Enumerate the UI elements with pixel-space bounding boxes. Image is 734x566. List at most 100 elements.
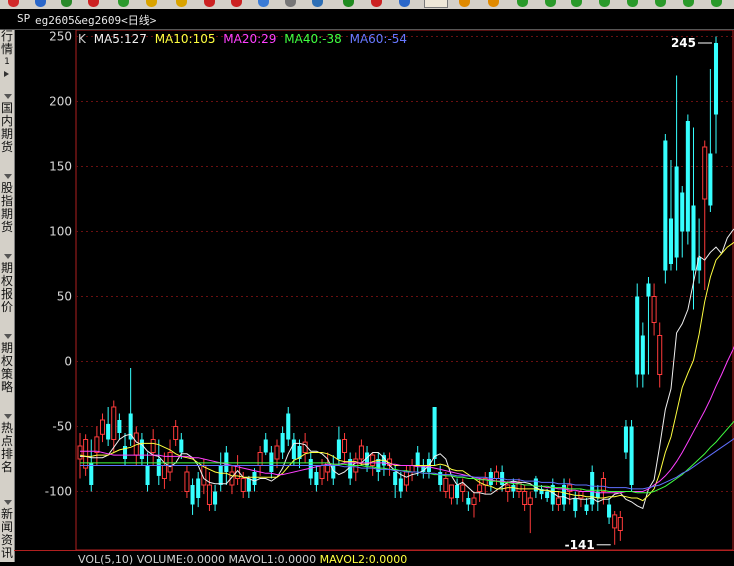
k-label: K <box>78 32 86 46</box>
ma40-label: MA40:-38 <box>284 32 342 46</box>
y-tick-label: 100 <box>49 225 72 239</box>
candle-body-down <box>708 153 713 206</box>
candle-body-down <box>713 43 719 115</box>
candle-body-down <box>156 459 161 476</box>
toolbar-icon[interactable] <box>118 0 129 7</box>
toolbar-icon[interactable] <box>545 0 556 7</box>
candle-body-up <box>184 471 190 492</box>
candle-body-down <box>691 205 696 271</box>
candle-body-up <box>578 491 584 499</box>
candle-body-up <box>448 484 454 499</box>
candle-body-up <box>409 465 415 473</box>
candle-body-up <box>342 439 348 453</box>
candle-body-up <box>77 445 83 460</box>
candle-body-up <box>319 465 325 479</box>
symbol-label: SP <box>17 12 31 25</box>
candle-body-down <box>246 478 251 492</box>
toolbar-icon[interactable] <box>8 0 19 7</box>
candle-body-down <box>415 452 420 466</box>
chart-title-bar: SP eg2605&eg2609<日线> <box>0 9 734 30</box>
toolbar-icon[interactable] <box>571 0 582 7</box>
candle-body-up <box>167 452 173 473</box>
candle-body-down <box>545 491 550 498</box>
candle-body-down <box>607 504 612 518</box>
candle-body-up <box>302 441 308 454</box>
toolbar-icon[interactable] <box>683 0 694 7</box>
candle-body-up <box>257 452 263 466</box>
candle-body-down <box>263 439 268 453</box>
candle-body-up <box>111 406 117 440</box>
candle-body-down <box>640 335 645 375</box>
toolbar-icon[interactable] <box>655 0 666 7</box>
candle-body-up <box>471 497 477 505</box>
candle-body-down <box>196 478 201 498</box>
toolbar-icon[interactable] <box>35 0 46 7</box>
toolbar-selected-button[interactable] <box>424 0 448 8</box>
candle-body-down <box>145 465 150 485</box>
candle-body-down <box>286 413 291 440</box>
toolbar-icon[interactable] <box>231 0 242 7</box>
candle-body-down <box>179 439 184 453</box>
contract-label: eg2605&eg2609<日线> <box>35 14 157 27</box>
candle-body-down <box>89 462 94 485</box>
toolbar-icon[interactable] <box>488 0 499 7</box>
toolbar-icon[interactable] <box>371 0 382 7</box>
candle-body-down <box>117 420 122 433</box>
candle-body-up <box>150 439 156 453</box>
toolbar-icon[interactable] <box>312 0 323 7</box>
candle-body-down <box>398 478 403 492</box>
min-annotation: -141 <box>565 538 595 552</box>
candle-body-down <box>663 140 668 271</box>
mavol1-value: MAVOL1:0.0000 <box>228 553 317 566</box>
candle-body-down <box>629 426 634 485</box>
candle-body-down <box>252 472 257 485</box>
candle-body-up <box>651 296 657 323</box>
toolbar-icon[interactable] <box>627 0 638 7</box>
candle-body-up <box>617 517 623 531</box>
toolbar-icon[interactable] <box>285 0 296 7</box>
candle-body-down <box>224 452 229 472</box>
toolbar-icon[interactable] <box>88 0 99 7</box>
ma20-label: MA20:29 <box>223 32 277 46</box>
toolbar-icon[interactable] <box>711 0 722 7</box>
candle-body-up <box>600 478 606 492</box>
candle-body-down <box>190 485 195 505</box>
candle-body-up <box>358 445 364 460</box>
candlestick-chart[interactable]: -100 -50 0 50 100 150 200 250 245 -141 <box>0 30 734 562</box>
toolbar-icon[interactable] <box>204 0 215 7</box>
candle-body-down <box>269 452 274 472</box>
toolbar-icon[interactable] <box>399 0 410 7</box>
candle-body-up <box>477 484 483 492</box>
candle-body-up <box>161 465 167 479</box>
toolbar-icon[interactable] <box>459 0 470 7</box>
candle-body-up <box>99 419 106 435</box>
candle-body-down <box>106 423 111 440</box>
candle-body-up <box>555 497 561 505</box>
candle-body-up <box>83 439 89 469</box>
candle-body-up <box>240 478 246 492</box>
candle-body-up <box>702 146 708 200</box>
toolbar-icon[interactable] <box>517 0 528 7</box>
toolbar-icon[interactable] <box>258 0 269 7</box>
toolbar-icon[interactable] <box>599 0 610 7</box>
candle-body-down <box>280 433 285 453</box>
candle-body-down <box>680 192 685 232</box>
toolbar-icon[interactable] <box>176 0 187 7</box>
candle-body-down <box>668 218 673 264</box>
candle-body-down <box>291 439 296 459</box>
ma10-label: MA10:105 <box>154 32 216 46</box>
top-toolbar <box>0 0 734 9</box>
candle-body-up <box>173 426 179 440</box>
candle-body-down <box>455 485 460 498</box>
toolbar-icon[interactable] <box>146 0 157 7</box>
candle-body-down <box>623 426 628 453</box>
toolbar-icon[interactable] <box>61 0 72 7</box>
candle-body-up <box>370 454 376 467</box>
candle-body-up <box>612 514 618 529</box>
max-annotation: 245 <box>671 36 696 50</box>
candle-body-down <box>646 283 651 297</box>
ma5-label: MA5:127 <box>93 32 147 46</box>
candle-body-up <box>460 484 466 492</box>
y-tick-label: 250 <box>49 30 72 44</box>
toolbar-icon[interactable] <box>343 0 354 7</box>
